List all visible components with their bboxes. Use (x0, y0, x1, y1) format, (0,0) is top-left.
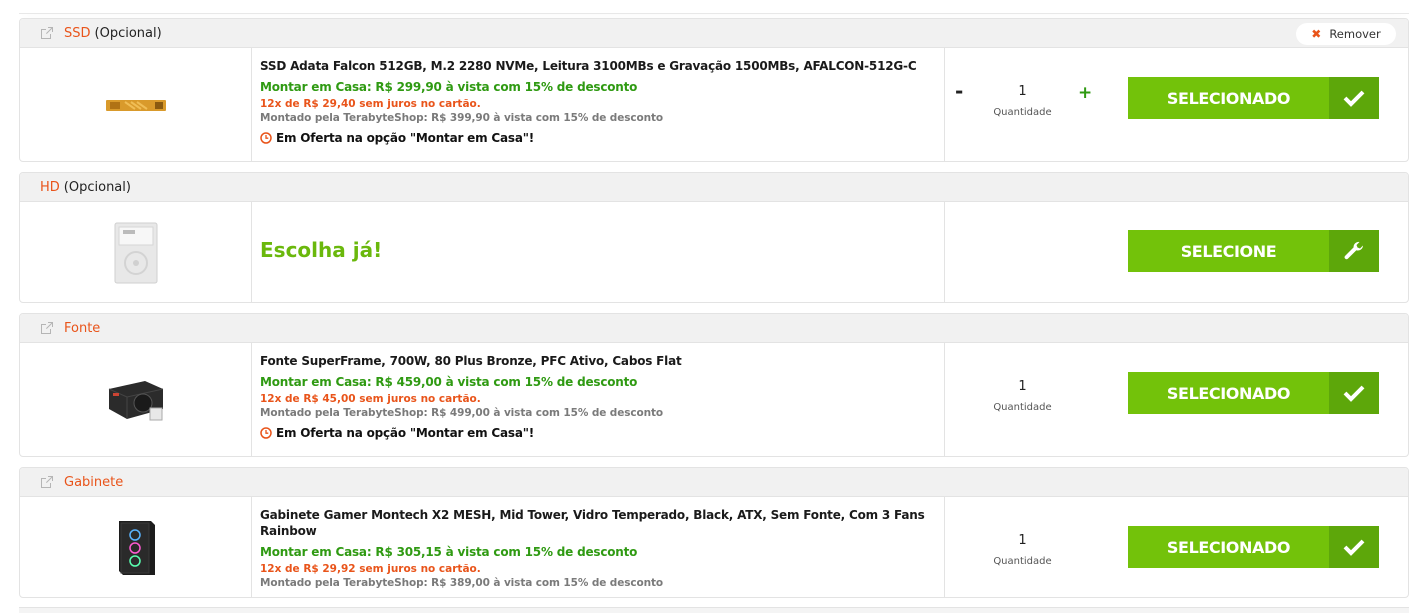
check-icon (1329, 372, 1379, 414)
section-ssd: SSD (Opcional) ✖ Remover SSD Adata Falco… (19, 18, 1409, 162)
check-icon (1329, 526, 1379, 568)
quantity-display: 1 Quantidade (945, 533, 1100, 567)
quantity-stepper: 1 Quantidade (945, 84, 1100, 118)
section-header-gabinete: Gabinete (20, 468, 1408, 497)
price-installments: 12x de R$ 29,40 sem juros no cartão. (260, 98, 481, 110)
ssd-product-image (105, 100, 166, 111)
quantity-label: Quantidade (993, 402, 1052, 413)
next-section-edge (19, 607, 1409, 613)
product-image[interactable] (20, 497, 252, 597)
select-button-label: SELECIONE (1180, 241, 1277, 261)
offer-note: Em Oferta na opção "Montar em Casa"! (260, 130, 936, 146)
action-area: 1 Quantidade SELECIONADO (945, 343, 1408, 456)
quantity-value: 1 (1018, 533, 1027, 548)
price-terabyteshop: Montado pela TerabyteShop: R$ 389,00 à v… (260, 577, 664, 589)
selected-button-label: SELECIONADO (1166, 537, 1291, 557)
section-hd: HD (Opcional) Escolha já! SELECIONE (19, 172, 1409, 303)
external-link-icon[interactable] (40, 26, 54, 40)
product-info: Fonte SuperFrame, 700W, 80 Plus Bronze, … (252, 343, 945, 456)
choose-now-text: Escolha já! (260, 238, 383, 262)
price-terabyteshop: Montado pela TerabyteShop: R$ 399,90 à v… (260, 112, 664, 124)
quantity-value: 1 (1018, 379, 1027, 394)
price-montar-em-casa: Montar em Casa: R$ 299,90 à vista com 15… (260, 80, 638, 94)
clock-icon (260, 427, 272, 439)
offer-text: Em Oferta na opção "Montar em Casa"! (276, 426, 535, 440)
category-optional: (Opcional) (94, 25, 162, 41)
product-image[interactable] (20, 48, 252, 161)
category-name[interactable]: HD (40, 180, 60, 195)
remove-label: Remover (1329, 27, 1381, 41)
quantity-value[interactable]: 1 (945, 84, 1100, 99)
action-area: SELECIONE (945, 202, 1408, 302)
price-montar-em-casa: Montar em Casa: R$ 459,00 à vista com 15… (260, 375, 638, 389)
category-name[interactable]: Gabinete (64, 475, 123, 490)
selected-button[interactable]: SELECIONADO (1128, 526, 1379, 568)
section-fonte: Fonte Fonte SuperFrame, 700W, 80 Plus Br… (19, 313, 1409, 457)
category-name[interactable]: Fonte (64, 321, 100, 336)
price-installments: 12x de R$ 45,00 sem juros no cartão. (260, 393, 481, 405)
section-gabinete: Gabinete Gabinete Gamer Montech X2 MESH,… (19, 467, 1409, 598)
external-link-icon[interactable] (40, 321, 54, 335)
category-name[interactable]: SSD (64, 26, 91, 41)
action-area: 1 Quantidade SELECIONADO (945, 497, 1408, 597)
check-icon (1329, 77, 1379, 119)
case-product-image (118, 520, 155, 575)
product-info: Gabinete Gamer Montech X2 MESH, Mid Towe… (252, 497, 945, 597)
product-title[interactable]: SSD Adata Falcon 512GB, M.2 2280 NVMe, L… (260, 58, 936, 74)
product-image[interactable] (20, 202, 252, 302)
external-link-icon[interactable] (40, 475, 54, 489)
product-title[interactable]: Gabinete Gamer Montech X2 MESH, Mid Towe… (260, 507, 936, 539)
category-optional: (Opcional) (63, 179, 131, 195)
remove-button[interactable]: ✖ Remover (1296, 23, 1396, 45)
price-montar-em-casa: Montar em Casa: R$ 305,15 à vista com 15… (260, 545, 638, 559)
offer-text: Em Oferta na opção "Montar em Casa"! (276, 131, 535, 145)
product-info: Escolha já! (252, 202, 945, 302)
offer-note: Em Oferta na opção "Montar em Casa"! (260, 425, 936, 441)
selected-button-label: SELECIONADO (1166, 88, 1291, 108)
selected-button-label: SELECIONADO (1166, 383, 1291, 403)
price-terabyteshop: Montado pela TerabyteShop: R$ 499,00 à v… (260, 407, 664, 419)
quantity-display: 1 Quantidade (945, 379, 1100, 413)
selected-button[interactable]: SELECIONADO (1128, 372, 1379, 414)
section-header-fonte: Fonte (20, 314, 1408, 343)
quantity-label: Quantidade (993, 556, 1052, 567)
product-title[interactable]: Fonte SuperFrame, 700W, 80 Plus Bronze, … (260, 353, 936, 369)
quantity-increase-button[interactable]: + (1078, 83, 1092, 103)
action-area: - 1 Quantidade + SELECIONADO (945, 48, 1408, 161)
wrench-icon (1329, 230, 1379, 272)
price-installments: 12x de R$ 29,92 sem juros no cartão. (260, 563, 481, 575)
previous-section-edge (19, 0, 1409, 14)
select-button[interactable]: SELECIONE (1128, 230, 1379, 272)
section-header-ssd: SSD (Opcional) ✖ Remover (20, 19, 1408, 48)
product-image[interactable] (20, 343, 252, 456)
remove-x-icon: ✖ (1311, 27, 1322, 41)
section-header-hd: HD (Opcional) (20, 173, 1408, 202)
psu-product-image (108, 381, 163, 421)
selected-button[interactable]: SELECIONADO (1128, 77, 1379, 119)
hd-product-image (114, 222, 157, 283)
product-info: SSD Adata Falcon 512GB, M.2 2280 NVMe, L… (252, 48, 945, 161)
clock-icon (260, 132, 272, 144)
quantity-label: Quantidade (993, 107, 1052, 118)
